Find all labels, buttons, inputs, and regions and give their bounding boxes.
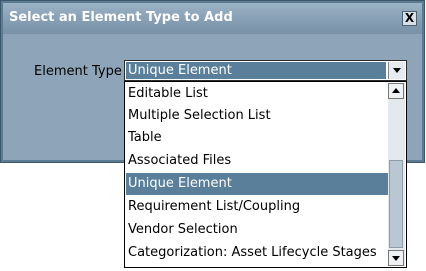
dropdown-option-unique-element[interactable]: Unique Element <box>126 173 388 195</box>
chevron-down-icon[interactable] <box>388 62 405 79</box>
dropdown-option-vendor-selection[interactable]: Vendor Selection <box>126 219 388 241</box>
element-type-select[interactable]: Unique Element <box>124 60 407 81</box>
dropdown-option-associated-files[interactable]: Associated Files <box>126 150 388 172</box>
dropdown-option-requirement-list-coupling[interactable]: Requirement List/Coupling <box>126 196 388 218</box>
element-type-label: Element Type <box>34 64 122 79</box>
dropdown-option-categorization-asset-lifecycle-stages[interactable]: Categorization: Asset Lifecycle Stages <box>126 242 388 264</box>
dialog-titlebar[interactable]: Select an Element Type to Add X <box>3 3 422 34</box>
dialog-title: Select an Element Type to Add <box>9 10 233 25</box>
dropdown-option-editable-list[interactable]: Editable List <box>126 83 388 105</box>
element-type-dropdown-list[interactable]: Editable List Multiple Selection List Ta… <box>124 81 407 268</box>
close-button[interactable]: X <box>402 11 417 26</box>
dropdown-option-table[interactable]: Table <box>126 127 388 149</box>
scroll-down-arrow-icon[interactable] <box>388 250 404 266</box>
dropdown-scrollbar[interactable] <box>388 83 405 266</box>
dropdown-option-multiple-selection-list[interactable]: Multiple Selection List <box>126 105 388 127</box>
close-icon: X <box>404 11 415 25</box>
scrollbar-thumb[interactable] <box>389 160 403 248</box>
scroll-up-arrow-icon[interactable] <box>388 83 404 99</box>
element-type-selected-value: Unique Element <box>126 62 386 79</box>
